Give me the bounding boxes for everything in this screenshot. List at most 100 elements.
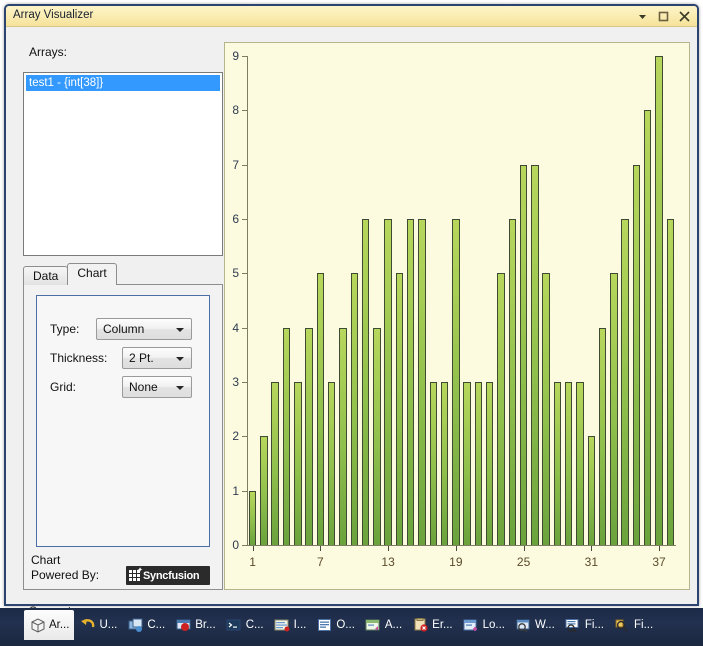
chart-bar[interactable] (655, 56, 663, 545)
chart-bar[interactable] (565, 382, 573, 545)
dropdown-arrow-icon[interactable] (635, 8, 650, 24)
chart-bar[interactable] (260, 436, 268, 545)
taskbar-item-3[interactable]: Br... (170, 610, 220, 640)
star-icon: ✦ (137, 566, 143, 574)
arrays-listbox[interactable]: test1 - {int[38]} (23, 72, 223, 256)
taskbar-item-8[interactable]: Er... (407, 610, 457, 640)
grid-dropdown[interactable]: None (122, 376, 192, 398)
cascade-windows-icon (127, 617, 144, 634)
chart-bar[interactable] (282, 327, 291, 545)
chart-bar[interactable] (327, 382, 336, 545)
chart-bar[interactable] (644, 110, 652, 545)
chart-bar[interactable] (463, 382, 471, 545)
y-axis-label: 2 (232, 429, 239, 444)
taskbar-item-6[interactable]: O... (311, 610, 360, 640)
y-axis-tick (242, 436, 247, 438)
chart-bar[interactable] (373, 327, 381, 545)
chart-bar[interactable] (485, 382, 494, 545)
x-axis-label: 31 (584, 555, 599, 569)
taskbar-item-7[interactable]: A... (360, 610, 407, 640)
chart-bar[interactable] (553, 382, 562, 545)
chart-bar[interactable] (395, 273, 404, 545)
type-dropdown-value: Column (103, 322, 145, 336)
chart-bar[interactable] (418, 219, 426, 545)
type-label: Type: (50, 322, 80, 336)
chart-bar[interactable] (508, 219, 516, 545)
list-item[interactable]: test1 - {int[38]} (26, 75, 220, 91)
syncfusion-logo: ✦ Syncfusion (126, 566, 210, 585)
thickness-dropdown-value: 2 Pt. (129, 351, 154, 365)
chart-bar[interactable] (621, 219, 629, 545)
chart-bar[interactable] (384, 219, 392, 545)
thickness-dropdown[interactable]: 2 Pt. (122, 347, 192, 369)
y-axis-tick (242, 490, 247, 492)
tab-chart[interactable]: Chart (67, 263, 117, 285)
chart-bar[interactable] (316, 273, 325, 545)
chart-bar[interactable] (271, 382, 279, 545)
chart-bar[interactable] (248, 490, 257, 545)
chart-bar[interactable] (531, 164, 539, 545)
taskbar-item-0[interactable]: Ar... (24, 610, 75, 640)
chart-panel[interactable]: 0123456789 1 7 13 19 25 31 37 (224, 42, 690, 590)
y-axis-label: 5 (232, 266, 239, 281)
y-axis-label: 4 (232, 320, 239, 335)
chart-bar[interactable] (542, 273, 550, 545)
chart-bar[interactable] (576, 382, 584, 545)
chart-bar[interactable] (610, 273, 618, 545)
chart-bar[interactable] (440, 382, 449, 545)
maximize-icon[interactable] (656, 8, 671, 24)
chart-bar[interactable] (519, 164, 528, 545)
chart-bar[interactable] (429, 382, 437, 545)
chart-bar[interactable] (666, 219, 675, 545)
find-symbol-icon (614, 617, 631, 634)
taskbar-item-1[interactable]: U... (74, 610, 122, 640)
y-axis-label: 6 (232, 212, 239, 226)
chart-tab-page: Type: Column Thickness: 2 Pt. Grid: None… (23, 284, 223, 590)
window-title: Array Visualizer (13, 9, 94, 21)
x-axis-line (247, 545, 676, 546)
chart-bar[interactable] (361, 219, 370, 545)
chart-bar[interactable] (350, 273, 358, 545)
chart-bar[interactable] (474, 382, 483, 545)
taskbar-item-9[interactable]: Lo... (458, 610, 510, 640)
chart-bar[interactable] (294, 382, 302, 545)
taskbar-item-12[interactable]: Fi... (609, 610, 658, 640)
chart-bar[interactable] (587, 436, 596, 545)
taskbar-items: Ar... U... C... Br... C... I... O... A... Er... L… (24, 610, 658, 640)
taskbar-item-label: Br... (195, 619, 216, 631)
x-axis-tick (320, 546, 322, 551)
type-dropdown[interactable]: Column (96, 318, 192, 340)
close-icon[interactable] (677, 8, 692, 24)
autos-window-icon (365, 617, 382, 634)
taskbar-item-5[interactable]: I... (269, 610, 312, 640)
taskbar-item-label: Er... (432, 619, 453, 631)
chart-bar[interactable] (632, 164, 641, 545)
chart-bar[interactable] (497, 273, 505, 545)
left-panel: Arrays: test1 - {int[38]} Data Chart Typ… (6, 27, 228, 618)
chart-bar[interactable] (598, 327, 607, 545)
cube-icon (29, 617, 46, 634)
chart-bar[interactable] (339, 327, 347, 545)
chart-bar[interactable] (406, 219, 415, 545)
taskbar-item-label: U... (99, 619, 118, 631)
chart-options-group: Type: Column Thickness: 2 Pt. Grid: None (36, 295, 210, 547)
syncfusion-grid-icon: ✦ (129, 566, 143, 582)
taskbar-item-10[interactable]: W... (510, 610, 560, 640)
tab-strip: Data Chart (23, 263, 117, 285)
console-icon (226, 617, 243, 634)
window-controls (635, 8, 692, 24)
tab-data[interactable]: Data (23, 266, 69, 285)
taskbar-item-11[interactable]: Fi... (560, 610, 609, 640)
taskbar-item-4[interactable]: C... (221, 610, 269, 640)
error-list-icon (412, 617, 429, 634)
title-bar[interactable]: Array Visualizer (6, 6, 697, 27)
taskbar-item-label: C... (245, 619, 264, 631)
chart-bar[interactable] (305, 327, 313, 545)
grid-label: Grid: (50, 380, 77, 394)
x-axis-tick (388, 546, 390, 551)
chart-bar[interactable] (452, 219, 460, 545)
powered-by-line2: Powered By: (31, 568, 100, 582)
taskbar-item-2[interactable]: C... (122, 610, 170, 640)
undo-icon (79, 617, 96, 634)
y-axis-tick (242, 273, 247, 275)
